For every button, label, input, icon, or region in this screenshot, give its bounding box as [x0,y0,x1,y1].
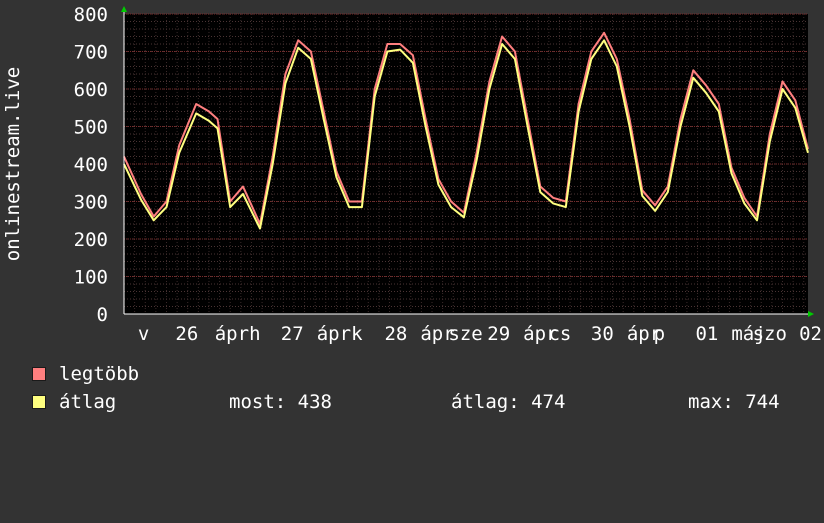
x-tick-label: 30 [591,323,614,345]
x-tick-label: v [138,323,149,345]
legend-item-max: legtöbb [32,363,139,385]
y-tick-label: 400 [74,154,108,176]
stat-maximum-value: 744 [745,391,780,413]
stat-maximum: max: 744 [688,391,780,413]
x-tick-label: 29 [487,323,510,345]
stat-current-value: 438 [297,391,332,413]
legend-label-avg: átlag [59,391,117,413]
x-tick-label: 28 [384,323,407,345]
y-tick-label: 100 [74,267,108,289]
y-tick-label: 600 [74,79,108,101]
y-tick-label: 0 [97,304,108,326]
stat-average-value: 474 [531,391,566,413]
y-axis-label: onlinestream.live [2,67,24,261]
x-tick-label: szo [753,323,787,345]
y-tick-label: 700 [74,42,108,64]
legend-swatch-max [32,367,46,381]
x-tick-label: ápr [317,323,351,345]
x-tick-label: 26 [175,323,198,345]
x-axis-arrow [808,311,814,317]
x-tick-label: 01 [695,323,718,345]
x-tick-label: h [249,323,260,345]
y-tick-label: 500 [74,117,108,139]
x-tick-label: cs [548,323,571,345]
legend-label-max: legtöbb [59,363,140,385]
stat-average-label: átlag: [451,391,520,413]
y-tick-label: 200 [74,229,108,251]
x-tick-label: 27 [281,323,304,345]
stat-current: most: 438 [229,391,332,413]
x-tick-label: 02 [799,323,822,345]
legend-item-avg: átlag most: 438 átlag: 474 max: 744 [32,391,812,413]
y-axis-arrow [121,6,127,12]
legend-swatch-avg [32,395,46,409]
y-tick-label: 800 [74,4,108,26]
x-tick-label: k [351,323,363,345]
x-tick-label: p [654,323,665,345]
x-tick-label: ápr [215,323,249,345]
stat-maximum-label: max: [688,391,734,413]
stat-current-label: most: [229,391,287,413]
stat-average: átlag: 474 [451,391,565,413]
x-tick-label: sze [448,323,482,345]
y-tick-label: 300 [74,192,108,214]
